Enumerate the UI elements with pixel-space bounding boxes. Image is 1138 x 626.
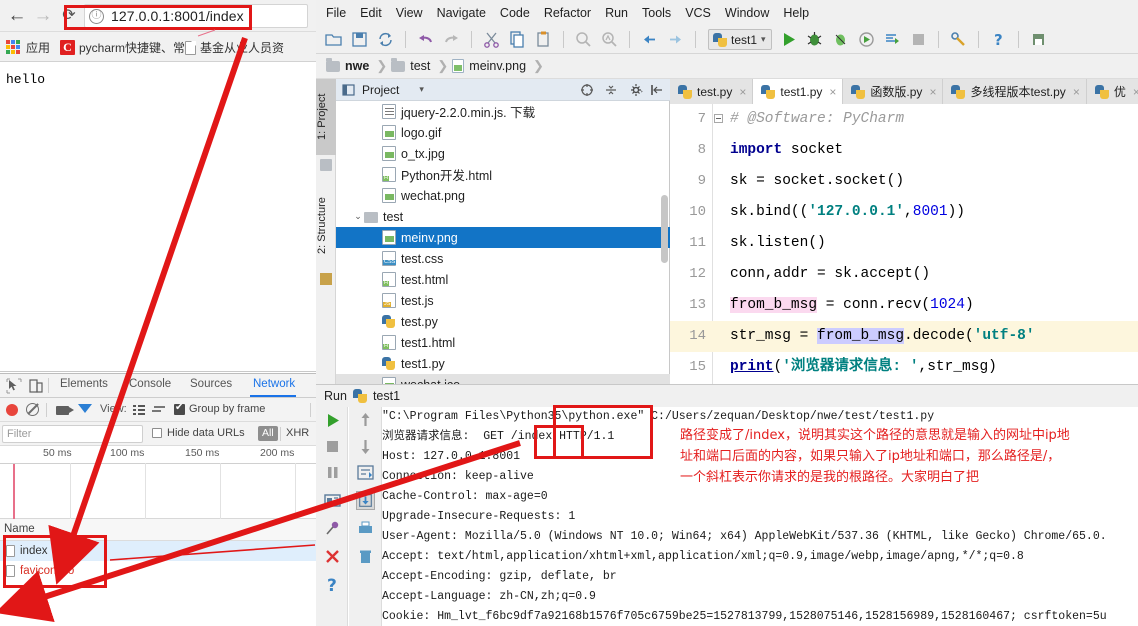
annotation-arrows <box>0 0 1138 625</box>
